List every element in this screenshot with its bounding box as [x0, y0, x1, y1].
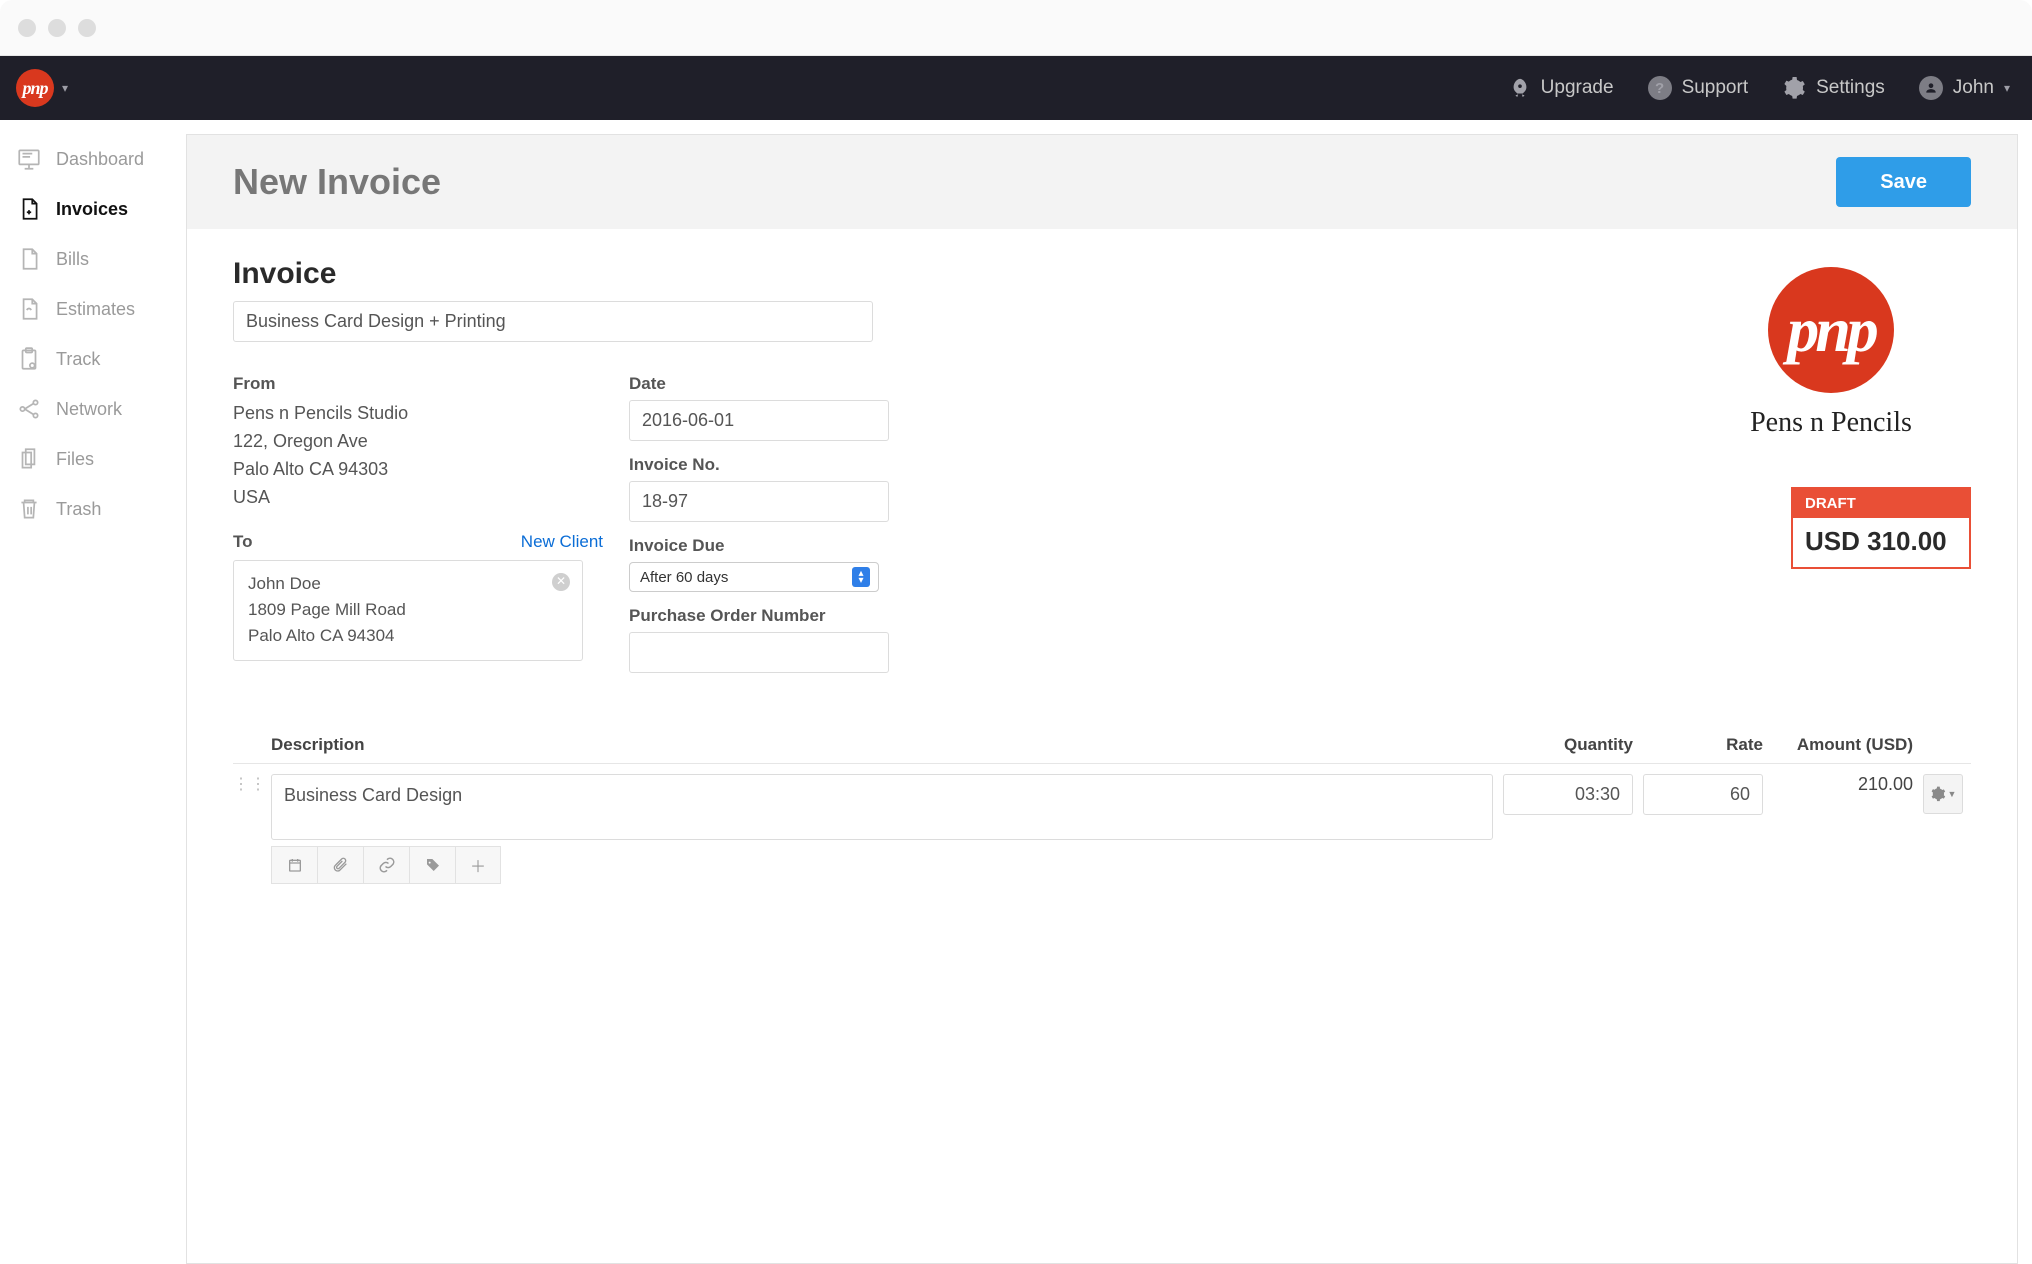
- from-line: USA: [233, 484, 603, 512]
- line-rate-input[interactable]: [1643, 774, 1763, 815]
- sidebar-item-label: Files: [56, 449, 94, 470]
- nav-support[interactable]: ? Support: [1648, 76, 1749, 100]
- client-card[interactable]: John Doe 1809 Page Mill Road Palo Alto C…: [233, 560, 583, 661]
- gear-icon: [1782, 76, 1806, 100]
- po-label: Purchase Order Number: [629, 606, 889, 626]
- sidebar-item-track[interactable]: Track: [0, 334, 186, 384]
- nav-user-label: John: [1953, 77, 1994, 99]
- from-line: 122, Oregon Ave: [233, 428, 603, 456]
- from-label: From: [233, 374, 603, 394]
- sidebar-item-label: Network: [56, 399, 122, 420]
- from-line: Palo Alto CA 94303: [233, 456, 603, 484]
- nav-upgrade[interactable]: Upgrade: [1509, 77, 1614, 99]
- nav-settings[interactable]: Settings: [1782, 76, 1885, 100]
- invoice-icon: [16, 196, 42, 222]
- user-icon: [1919, 76, 1943, 100]
- col-quantity: Quantity: [1503, 735, 1633, 755]
- rocket-icon: [1509, 77, 1531, 99]
- sidebar-item-dashboard[interactable]: Dashboard: [0, 134, 186, 184]
- from-line: Pens n Pencils Studio: [233, 400, 603, 428]
- line-amount: 210.00: [1773, 774, 1913, 795]
- brand-menu[interactable]: pnp ▾: [16, 69, 68, 107]
- nav-upgrade-label: Upgrade: [1541, 77, 1614, 99]
- line-qty-input[interactable]: [1503, 774, 1633, 815]
- estimate-icon: [16, 296, 42, 322]
- line-description-input[interactable]: Business Card Design: [271, 774, 1493, 840]
- to-line: John Doe: [248, 571, 568, 597]
- sidebar-item-invoices[interactable]: Invoices: [0, 184, 186, 234]
- invoice-total: USD 310.00: [1793, 518, 1969, 567]
- files-icon: [16, 446, 42, 472]
- drag-handle-icon[interactable]: ⋮⋮: [233, 774, 261, 794]
- due-label: Invoice Due: [629, 536, 889, 556]
- sidebar: Dashboard Invoices Bills Estimates Track…: [0, 120, 186, 1264]
- date-label: Date: [629, 374, 889, 394]
- page-header: New Invoice Save: [187, 135, 2017, 229]
- sidebar-item-estimates[interactable]: Estimates: [0, 284, 186, 334]
- invoice-heading: Invoice: [233, 257, 1671, 291]
- invoice-no-label: Invoice No.: [629, 455, 889, 475]
- nav-support-label: Support: [1682, 77, 1749, 99]
- network-icon: [16, 396, 42, 422]
- question-icon: ?: [1648, 76, 1672, 100]
- bill-icon: [16, 246, 42, 272]
- trash-icon: [16, 496, 42, 522]
- sidebar-item-trash[interactable]: Trash: [0, 484, 186, 534]
- traffic-light-close[interactable]: [18, 19, 36, 37]
- traffic-light-max[interactable]: [78, 19, 96, 37]
- sidebar-item-label: Invoices: [56, 199, 128, 220]
- invoice-no-input[interactable]: [629, 481, 889, 522]
- gear-icon: [1930, 786, 1946, 802]
- calendar-icon[interactable]: [271, 846, 317, 884]
- nav-user[interactable]: John ▾: [1919, 76, 2010, 100]
- col-amount: Amount (USD): [1773, 735, 1913, 755]
- to-line: 1809 Page Mill Road: [248, 597, 568, 623]
- chevron-down-icon: ▾: [62, 81, 68, 95]
- company-name: Pens n Pencils: [1691, 407, 1971, 439]
- nav-settings-label: Settings: [1816, 77, 1885, 99]
- new-client-link[interactable]: New Client: [521, 532, 603, 552]
- invoice-subject-input[interactable]: [233, 301, 873, 342]
- sidebar-item-label: Bills: [56, 249, 89, 270]
- sidebar-item-files[interactable]: Files: [0, 434, 186, 484]
- sidebar-item-bills[interactable]: Bills: [0, 234, 186, 284]
- top-bar: pnp ▾ Upgrade ? Support Settings John ▾: [0, 56, 2032, 120]
- col-rate: Rate: [1643, 735, 1763, 755]
- col-description: Description: [271, 735, 1493, 755]
- save-button[interactable]: Save: [1836, 157, 1971, 207]
- brand-badge-icon: pnp: [16, 69, 54, 107]
- to-line: Palo Alto CA 94304: [248, 623, 568, 649]
- monitor-icon: [16, 146, 42, 172]
- page-title: New Invoice: [233, 161, 441, 203]
- plus-icon[interactable]: ＋: [455, 846, 501, 884]
- sidebar-item-label: Dashboard: [56, 149, 144, 170]
- sidebar-item-label: Track: [56, 349, 100, 370]
- paperclip-icon[interactable]: [317, 846, 363, 884]
- line-toolbar: ＋: [271, 846, 1493, 884]
- sidebar-item-label: Estimates: [56, 299, 135, 320]
- due-select[interactable]: After 60 days ▴▾: [629, 562, 879, 592]
- clipboard-icon: [16, 346, 42, 372]
- sidebar-item-label: Trash: [56, 499, 101, 520]
- tag-icon[interactable]: [409, 846, 455, 884]
- invoice-total-box: DRAFT USD 310.00: [1791, 487, 1971, 569]
- status-badge: DRAFT: [1793, 489, 1969, 518]
- company-logo-icon: pnp: [1768, 267, 1894, 393]
- clear-client-icon[interactable]: ✕: [552, 573, 570, 591]
- link-icon[interactable]: [363, 846, 409, 884]
- select-arrows-icon: ▴▾: [852, 567, 870, 587]
- chevron-down-icon: ▾: [2004, 81, 2010, 95]
- due-select-value: After 60 days: [640, 569, 728, 586]
- to-label: To: [233, 532, 253, 552]
- window-chrome: [0, 0, 2032, 56]
- traffic-light-min[interactable]: [48, 19, 66, 37]
- line-gear-button[interactable]: ▼: [1923, 774, 1963, 814]
- date-input[interactable]: [629, 400, 889, 441]
- po-input[interactable]: [629, 632, 889, 673]
- sidebar-item-network[interactable]: Network: [0, 384, 186, 434]
